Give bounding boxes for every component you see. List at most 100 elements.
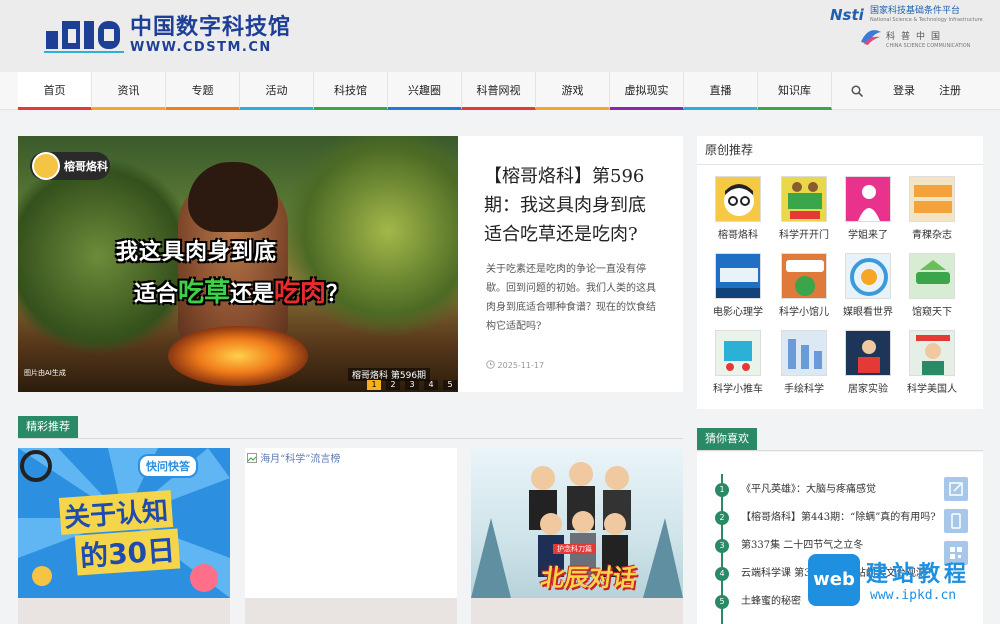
- guess-divider: [697, 450, 983, 451]
- carousel-dot-2[interactable]: 2: [386, 380, 400, 390]
- pick-card-3-footer: [471, 598, 683, 624]
- edit-icon: [949, 482, 963, 496]
- partner-nsti-logo[interactable]: Nsti 国家科技基础条件平台 National Science & Techn…: [830, 6, 983, 24]
- hero-hair: [188, 162, 278, 232]
- partner1-en: National Science & Technology Infrastruc…: [870, 17, 983, 23]
- original-item-label: 馆窥天下: [912, 307, 952, 318]
- site-logo[interactable]: 中国数字科技馆 WWW.CDSTM.CN: [44, 16, 291, 56]
- picks-divider: [18, 438, 683, 439]
- original-item[interactable]: 科学美国人: [904, 330, 960, 395]
- guess-text[interactable]: 【榕哥烙科】第443期：“除螨”真的有用吗?: [741, 504, 936, 532]
- xuejie-icon: [845, 176, 891, 222]
- original-item-label: 青稞杂志: [912, 230, 952, 241]
- featured-hero-image[interactable]: 榕哥烙科 我这具肉身到底 适合吃草还是吃肉？ 图片由AI生成 榕哥烙科 第596…: [18, 136, 458, 392]
- guess-num: 5: [715, 595, 729, 609]
- nsti-mark: Nsti: [830, 6, 864, 24]
- original-title: 原创推荐: [697, 136, 983, 165]
- pick-card-1-footer: [18, 598, 230, 624]
- nav-games[interactable]: 游戏: [536, 72, 610, 110]
- hero-campfire: [168, 326, 308, 386]
- pick-card-3-image: 护念科刀篇 北辰对话: [471, 448, 683, 598]
- carousel-dot-1[interactable]: 1: [367, 380, 381, 390]
- featured-title[interactable]: 【榕哥烙科】第596期：我这具肉身到底适合吃草还是吃肉?: [484, 162, 662, 249]
- register-link[interactable]: 注册: [939, 72, 961, 110]
- pick-card-3-banner: 护念科刀篇: [553, 544, 596, 554]
- original-item-label: 科学美国人: [907, 384, 957, 395]
- nav-video[interactable]: 科普网视: [462, 72, 536, 110]
- hero-badge-text: 榕哥烙科: [64, 160, 108, 173]
- original-item[interactable]: 电影心理学: [710, 253, 766, 318]
- jujia-shiyan-icon: [845, 330, 891, 376]
- login-link[interactable]: 登录: [893, 72, 915, 110]
- pick-card-3[interactable]: 护念科刀篇 北辰对话: [471, 448, 683, 624]
- meiyan-icon: [845, 253, 891, 299]
- guess-num: 2: [715, 511, 729, 525]
- nav-museum[interactable]: 科技馆: [314, 72, 388, 110]
- pick-card-1-line1: 关于认知: [58, 490, 174, 535]
- phone-icon: [951, 513, 961, 529]
- nav-vr[interactable]: 虚拟现实: [610, 72, 684, 110]
- movie-psych-icon: [715, 253, 761, 299]
- featured-article[interactable]: 榕哥烙科 我这具肉身到底 适合吃草还是吃肉？ 图片由AI生成 榕哥烙科 第596…: [18, 136, 683, 392]
- carousel-dot-5[interactable]: 5: [443, 380, 457, 390]
- original-item[interactable]: 科学开开门: [776, 176, 832, 241]
- partner2-cn: 科普中国: [886, 32, 947, 42]
- original-item[interactable]: 馆窥天下: [904, 253, 960, 318]
- guess-num: 3: [715, 539, 729, 553]
- original-item[interactable]: 居家实验: [840, 330, 896, 395]
- nav-events[interactable]: 活动: [240, 72, 314, 110]
- pick-card-3-title: 北辰对话: [538, 564, 639, 592]
- original-item[interactable]: 媒眼看世界: [840, 253, 896, 318]
- hero-credit: 图片由AI生成: [24, 369, 66, 377]
- feedback-button[interactable]: [944, 477, 968, 501]
- kepu-bird-icon: [861, 30, 881, 45]
- carousel-dot-4[interactable]: 4: [424, 380, 438, 390]
- nav-home[interactable]: 首页: [18, 72, 92, 110]
- shouhui-icon: [781, 330, 827, 376]
- watermark: web 建站教程 www.ipkd.cn: [808, 554, 982, 610]
- watermark-badge: web: [808, 554, 860, 606]
- sciam-icon: [909, 330, 955, 376]
- original-item-label: 媒眼看世界: [843, 307, 893, 318]
- carousel-dot-3[interactable]: 3: [405, 380, 419, 390]
- carousel-dots: 1 2 3 4 5: [362, 380, 457, 390]
- original-item[interactable]: 科学小推车: [710, 330, 766, 395]
- pick-card-1-bubble: 快问快答: [138, 454, 198, 478]
- original-item-label: 科学开开门: [779, 230, 829, 241]
- guess-text[interactable]: 《平凡英雄》：大脑与疼痛感觉: [741, 476, 876, 504]
- broken-image-icon: [247, 453, 257, 463]
- original-panel: 原创推荐 榕哥烙科 科学开开门 学姐来了 青稞杂志 电影心理学 科学小馆儿 媒眼…: [697, 136, 983, 409]
- partner2-en: CHINA SCIENCE COMMUNICATION: [886, 43, 971, 49]
- pick-card-2-alt-text: 海月“科学”流言榜: [260, 454, 341, 465]
- mobile-button[interactable]: [944, 509, 968, 533]
- original-item-label: 科学小推车: [713, 384, 763, 395]
- original-item-label: 手绘科学: [784, 384, 824, 395]
- logo-cn: 中国数字科技馆: [130, 15, 292, 40]
- original-item-label: 科学小馆儿: [779, 307, 829, 318]
- hero-badge-avatar-icon: [32, 152, 60, 180]
- search-icon[interactable]: [851, 85, 863, 97]
- guess-text[interactable]: 土蜂蜜的秘密: [741, 588, 801, 616]
- original-item-label: 电影心理学: [713, 307, 763, 318]
- main-nav: 首页 资讯 专题 活动 科技馆 兴趣圈 科普网视 游戏 虚拟现实 直播 知识库 …: [0, 72, 1000, 110]
- guankui-icon: [909, 253, 955, 299]
- partner-kepu-logo[interactable]: 科普中国 CHINA SCIENCE COMMUNICATION: [860, 28, 970, 50]
- original-item[interactable]: 榕哥烙科: [710, 176, 766, 241]
- nav-news[interactable]: 资讯: [92, 72, 166, 110]
- clock-icon: [486, 360, 495, 369]
- nav-knowledge[interactable]: 知识库: [758, 72, 832, 110]
- original-item[interactable]: 手绘科学: [776, 330, 832, 395]
- kexue-xiaoguan-icon: [781, 253, 827, 299]
- pick-card-1[interactable]: 快问快答 关于认知 的30日: [18, 448, 230, 624]
- guess-item[interactable]: 1 《平凡英雄》：大脑与疼痛感觉: [697, 476, 983, 504]
- guess-item[interactable]: 2 【榕哥烙科】第443期：“除螨”真的有用吗?: [697, 504, 983, 532]
- nav-live[interactable]: 直播: [684, 72, 758, 110]
- nav-interest[interactable]: 兴趣圈: [388, 72, 462, 110]
- nav-topics[interactable]: 专题: [166, 72, 240, 110]
- original-item[interactable]: 青稞杂志: [904, 176, 960, 241]
- hero-line1: 我这具肉身到底: [116, 240, 278, 265]
- pick-card-2[interactable]: 海月“科学”流言榜: [245, 448, 457, 624]
- original-item[interactable]: 学姐来了: [840, 176, 896, 241]
- original-item[interactable]: 科学小馆儿: [776, 253, 832, 318]
- logo-mark-icon: [44, 21, 124, 53]
